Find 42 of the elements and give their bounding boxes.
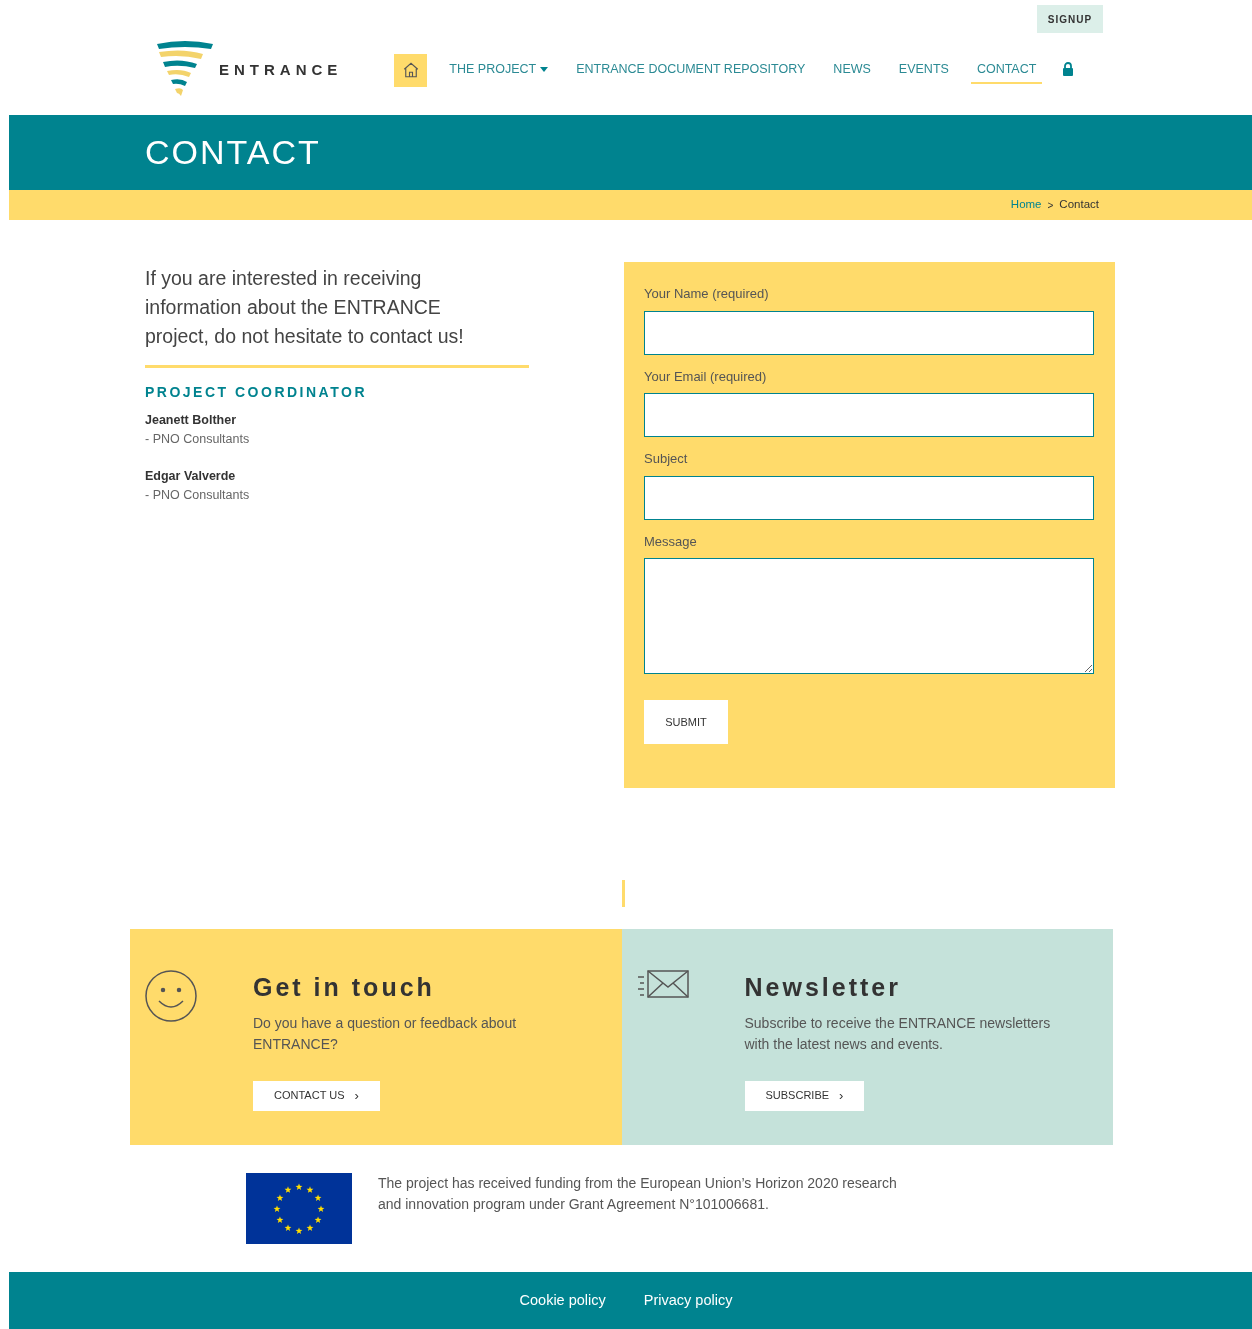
breadcrumb-separator: > bbox=[1047, 198, 1054, 213]
text-field[interactable] bbox=[644, 475, 1094, 520]
nav-dropdown[interactable]: THE PROJECT bbox=[443, 55, 555, 85]
field-label: Message bbox=[644, 532, 698, 551]
nav-link[interactable]: EVENTS bbox=[892, 55, 955, 85]
card-button[interactable]: SUBSCRIBE › bbox=[744, 1080, 865, 1111]
footer-link[interactable]: Cookie policy bbox=[519, 1289, 606, 1312]
person-name: Edgar Valverde bbox=[145, 468, 237, 485]
breadcrumb-link[interactable]: Home bbox=[1010, 196, 1042, 214]
intro-text: If you are interested in receiving information about the ENTRANCE project, do not hesitate to contact us! bbox=[145, 266, 465, 349]
card-button[interactable]: CONTACT US › bbox=[253, 1080, 380, 1111]
message-field[interactable] bbox=[644, 558, 1094, 674]
person-organization: - PNO Consultants bbox=[145, 431, 251, 448]
card-title: Get in touch bbox=[253, 972, 436, 1003]
card-text: Do you have a question or feedback about ENTRANCE? bbox=[253, 1013, 518, 1054]
caret-icon bbox=[540, 66, 549, 72]
signup-button[interactable]: SIGNUP bbox=[1037, 5, 1103, 33]
funding-text: The project has received funding from the European Union’s Horizon 2020 research and innovation program under Grant Agreement N°101006681. bbox=[378, 1174, 898, 1214]
card-title: Newsletter bbox=[744, 972, 902, 1003]
card-text: Subscribe to receive the ENTRANCE newsletters with the latest news and events. bbox=[744, 1013, 1052, 1054]
smiley-icon bbox=[144, 969, 198, 1023]
home-button[interactable] bbox=[394, 53, 428, 87]
submit-button[interactable]: SUBMIT bbox=[644, 700, 728, 744]
field-label: Your Email (required) bbox=[644, 367, 768, 386]
text-field[interactable] bbox=[644, 393, 1094, 437]
eu-flag-icon bbox=[246, 1173, 352, 1244]
envelope-icon bbox=[635, 969, 690, 999]
lock-icon bbox=[1062, 62, 1075, 76]
breadcrumb-current: Contact bbox=[1059, 197, 1099, 213]
field-label: Subject bbox=[644, 450, 689, 468]
person-organization: - PNO Consultants bbox=[145, 487, 251, 504]
field-label: Your Name (required) bbox=[644, 285, 770, 303]
person-name: Jeanett Bolther bbox=[145, 412, 237, 429]
footer-link[interactable]: Privacy policy bbox=[643, 1289, 733, 1312]
text-field[interactable] bbox=[644, 310, 1094, 355]
nav-link[interactable]: CONTACT bbox=[970, 55, 1043, 85]
nav-link[interactable]: ENTRANCE DOCUMENT REPOSITORY bbox=[570, 55, 812, 85]
logo-text: ENTRANCE bbox=[219, 59, 343, 80]
section-heading: PROJECT COORDINATOR bbox=[145, 383, 368, 402]
home-icon bbox=[401, 61, 420, 79]
nav-link[interactable]: NEWS bbox=[827, 55, 877, 85]
page-title: CONTACT bbox=[145, 132, 321, 173]
